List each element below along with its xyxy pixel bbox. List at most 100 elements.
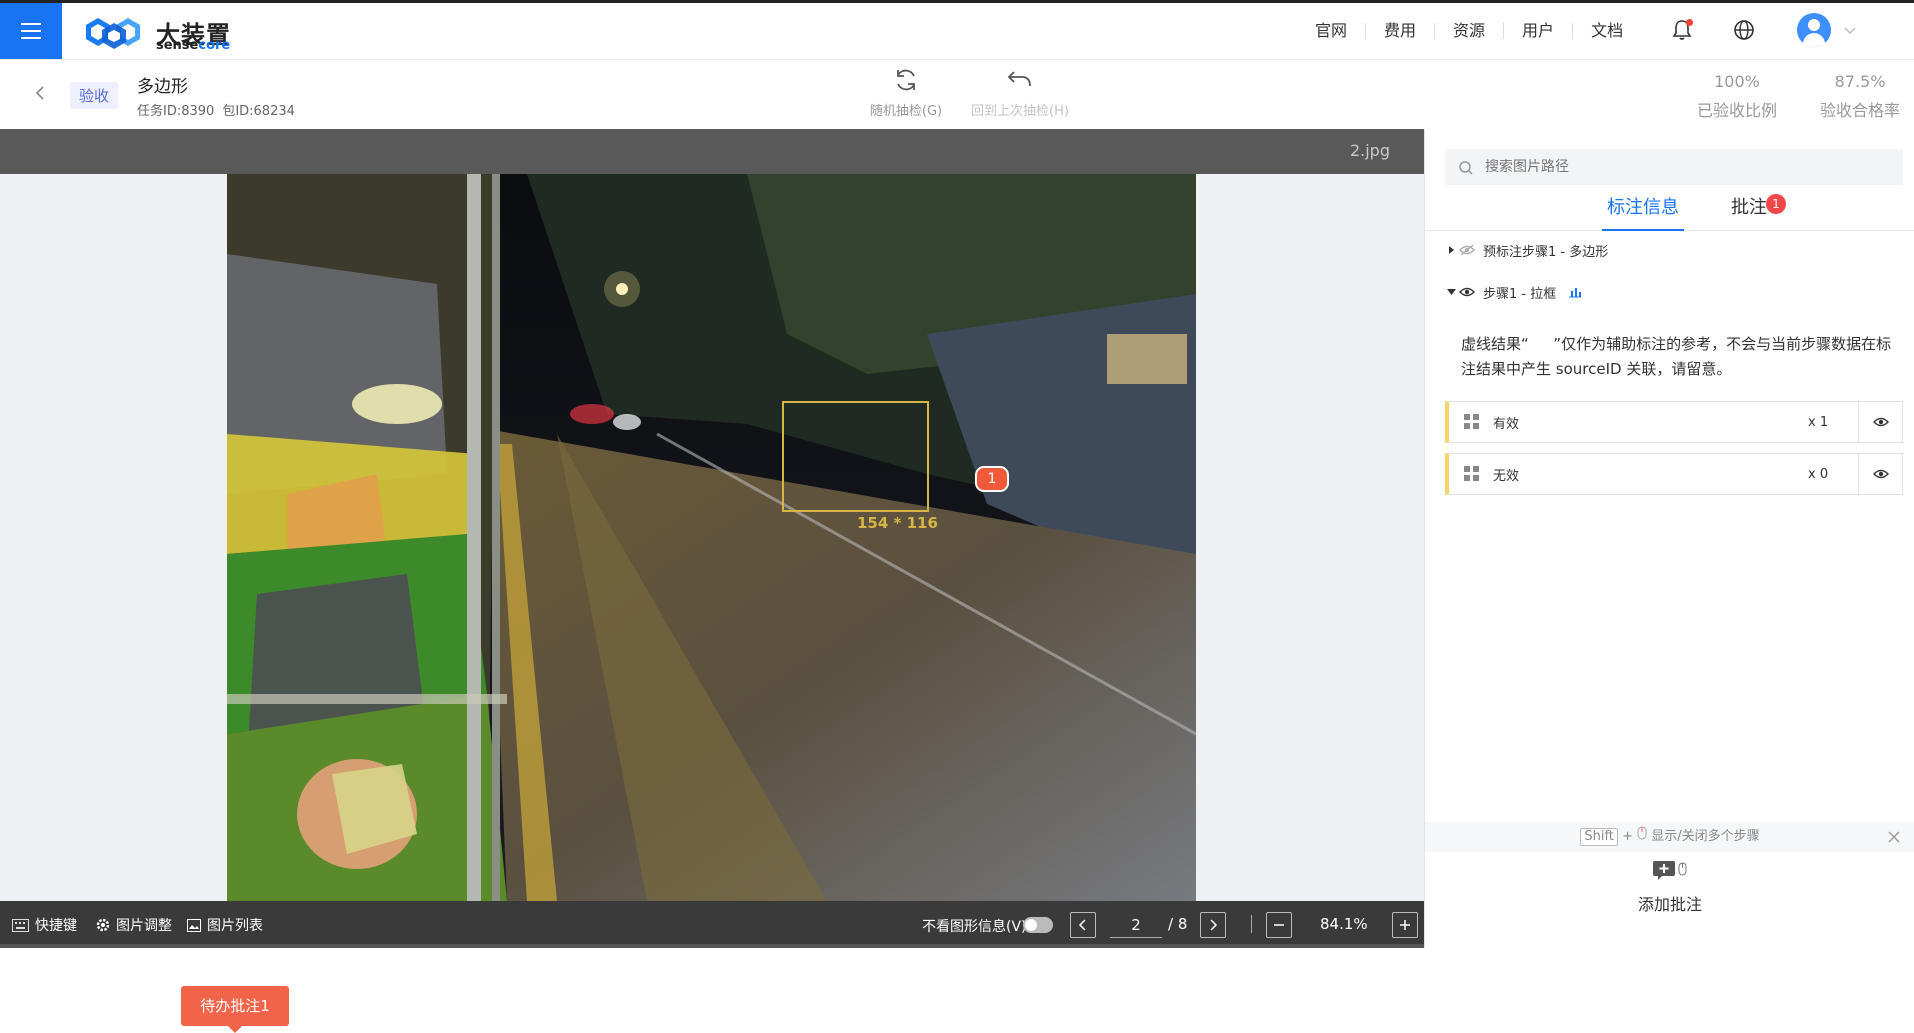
shift-tip-bar: Shift + 显示/关闭多个步骤 (1425, 822, 1914, 852)
add-note-label: 添加批注 (1637, 895, 1702, 914)
random-check-label: 随机抽检(G) (869, 104, 943, 119)
zoom-level: 84.1% (1320, 915, 1368, 933)
back-to-last-check-button[interactable]: 回到上次抽检(H) (960, 66, 1080, 119)
refresh-icon (897, 69, 915, 91)
brand-sub: sensecore (156, 38, 231, 53)
chevron-right-icon (1210, 919, 1218, 931)
image-path-search[interactable] (1445, 149, 1903, 185)
zoom-out-button[interactable] (1266, 912, 1292, 938)
gear-icon (96, 918, 110, 932)
task-ids: 任务ID:8390 包ID:68234 (137, 100, 303, 119)
bottom-toolbar: 快捷键 图片调整 图片列表 不看图形信息(V) / 8 84.1% (0, 901, 1424, 948)
caret-down-icon (1447, 289, 1456, 295)
zoom-in-button[interactable] (1392, 912, 1418, 938)
logo-icon (86, 18, 140, 49)
nav-link-docs[interactable]: 文档 (1573, 23, 1641, 39)
notes-count-badge: 1 (1766, 194, 1786, 214)
class-name-invalid: 无效 (1493, 468, 1520, 484)
undo-icon (1007, 71, 1031, 87)
class-row-valid[interactable]: 有效 x 1 (1445, 401, 1903, 443)
back-to-last-check-label: 回到上次抽检(H) (971, 104, 1069, 119)
page-input[interactable] (1110, 912, 1162, 938)
nav-link-website[interactable]: 官网 (1297, 23, 1367, 39)
nav-links: 官网 费用 资源 用户 文档 (1297, 20, 1641, 42)
street-night-photo (227, 174, 1196, 901)
notification-dot (1686, 19, 1693, 26)
image-canvas[interactable]: 2.jpg 待办批注1 (0, 129, 1424, 1033)
random-check-button[interactable]: 随机抽检(G) (846, 66, 966, 119)
eye-icon (1872, 469, 1889, 479)
bounding-box-size: 154 * 116 (857, 514, 938, 532)
brand-logo[interactable]: 大装置 sensecore (80, 11, 240, 55)
eye-icon (1872, 417, 1889, 427)
panel-tabs: 标注信息 批注 1 (1425, 194, 1914, 231)
file-name: 2.jpg (1349, 141, 1390, 160)
pass-rate: 87.5% 验收合格率 (1819, 72, 1900, 120)
toggle-visibility-valid[interactable] (1858, 402, 1902, 442)
tab-notes[interactable]: 批注 (1731, 194, 1767, 231)
pending-notes-button[interactable]: 待办批注1 (181, 986, 289, 1033)
page-total: / 8 (1168, 915, 1188, 933)
shift-tip-text: 显示/关闭多个步骤 (1651, 829, 1760, 844)
task-title: 多边形 (137, 77, 188, 97)
image-adjust-button[interactable]: 图片调整 (96, 915, 172, 935)
pre-annotation-step-label: 预标注步骤1 - 多边形 (1483, 244, 1609, 260)
accepted-ratio: 100% 已验收比例 (1696, 72, 1777, 120)
canvas-header: 2.jpg (0, 129, 1424, 174)
shift-key: Shift (1580, 828, 1618, 846)
task-bar: 验收 多边形 任务ID:8390 包ID:68234 随机抽检(G) 回到上次抽检… (0, 59, 1914, 129)
class-count-valid: x 1 (1808, 414, 1829, 430)
divider (1251, 915, 1252, 933)
caret-right-icon (1449, 246, 1454, 254)
menu-button[interactable] (0, 3, 62, 59)
hide-shape-info-toggle[interactable] (1023, 917, 1053, 933)
avatar[interactable] (1797, 13, 1831, 47)
nav-link-resources[interactable]: 资源 (1435, 23, 1505, 39)
bar-chart-icon[interactable] (1568, 286, 1582, 298)
annotated-photo[interactable] (227, 174, 1196, 901)
pre-annotation-step[interactable]: 预标注步骤1 - 多边形 (1445, 240, 1608, 260)
eye-icon[interactable] (1459, 286, 1475, 298)
close-icon[interactable] (1887, 830, 1901, 844)
drag-handle-icon[interactable] (1463, 465, 1481, 483)
nav-link-users[interactable]: 用户 (1504, 23, 1574, 39)
add-note-button[interactable]: 添加批注 (1425, 859, 1914, 915)
current-step-label: 步骤1 - 拉框 (1483, 286, 1557, 302)
task-id: 任务ID:8390 (137, 104, 215, 119)
hamburger-icon (21, 23, 41, 25)
back-arrow-icon[interactable] (33, 84, 47, 102)
class-row-invalid[interactable]: 无效 x 0 (1445, 453, 1903, 495)
shortcuts-button[interactable]: 快捷键 (12, 915, 77, 935)
toggle-visibility-invalid[interactable] (1858, 454, 1902, 494)
chevron-left-icon (1078, 919, 1086, 931)
hide-shape-info-label: 不看图形信息(V) (922, 919, 1027, 935)
nav-link-fees[interactable]: 费用 (1366, 23, 1436, 39)
image-icon (187, 918, 201, 932)
search-icon (1459, 161, 1473, 175)
keyboard-icon (12, 918, 29, 932)
minus-icon (1274, 924, 1284, 926)
chevron-down-icon[interactable] (1843, 23, 1857, 37)
drag-handle-icon[interactable] (1463, 413, 1481, 431)
mouse-icon (1637, 826, 1647, 840)
globe-icon[interactable] (1733, 19, 1755, 41)
image-list-button[interactable]: 图片列表 (187, 915, 263, 935)
next-page-button[interactable] (1200, 912, 1226, 938)
eye-off-icon[interactable] (1459, 244, 1475, 256)
bounding-box-note-badge[interactable]: 1 (975, 466, 1009, 492)
shift-plus: + (1622, 829, 1633, 844)
bell-icon[interactable] (1670, 18, 1694, 42)
prev-page-button[interactable] (1070, 912, 1096, 938)
top-nav: 大装置 sensecore 官网 费用 资源 用户 文档 (0, 3, 1914, 59)
dashed-result-notice: 虚线结果“ ”仅作为辅助标注的参考，不会与当前步骤数据在标注结果中产生 sour… (1461, 335, 1892, 378)
class-count-invalid: x 0 (1808, 466, 1829, 482)
plus-icon (1400, 920, 1410, 930)
bounding-box[interactable] (782, 401, 929, 512)
package-id: 包ID:68234 (222, 104, 295, 119)
add-comment-icon (1653, 861, 1687, 880)
status-tag: 验收 (70, 82, 119, 109)
current-step[interactable]: 步骤1 - 拉框 (1445, 282, 1582, 302)
annotation-panel: 标注信息 批注 1 预标注步骤1 - 多边形 步骤1 - 拉框 虚线结果“ ”仅… (1424, 129, 1914, 948)
tab-annotation-info[interactable]: 标注信息 (1602, 194, 1684, 231)
class-name-valid: 有效 (1493, 416, 1520, 432)
